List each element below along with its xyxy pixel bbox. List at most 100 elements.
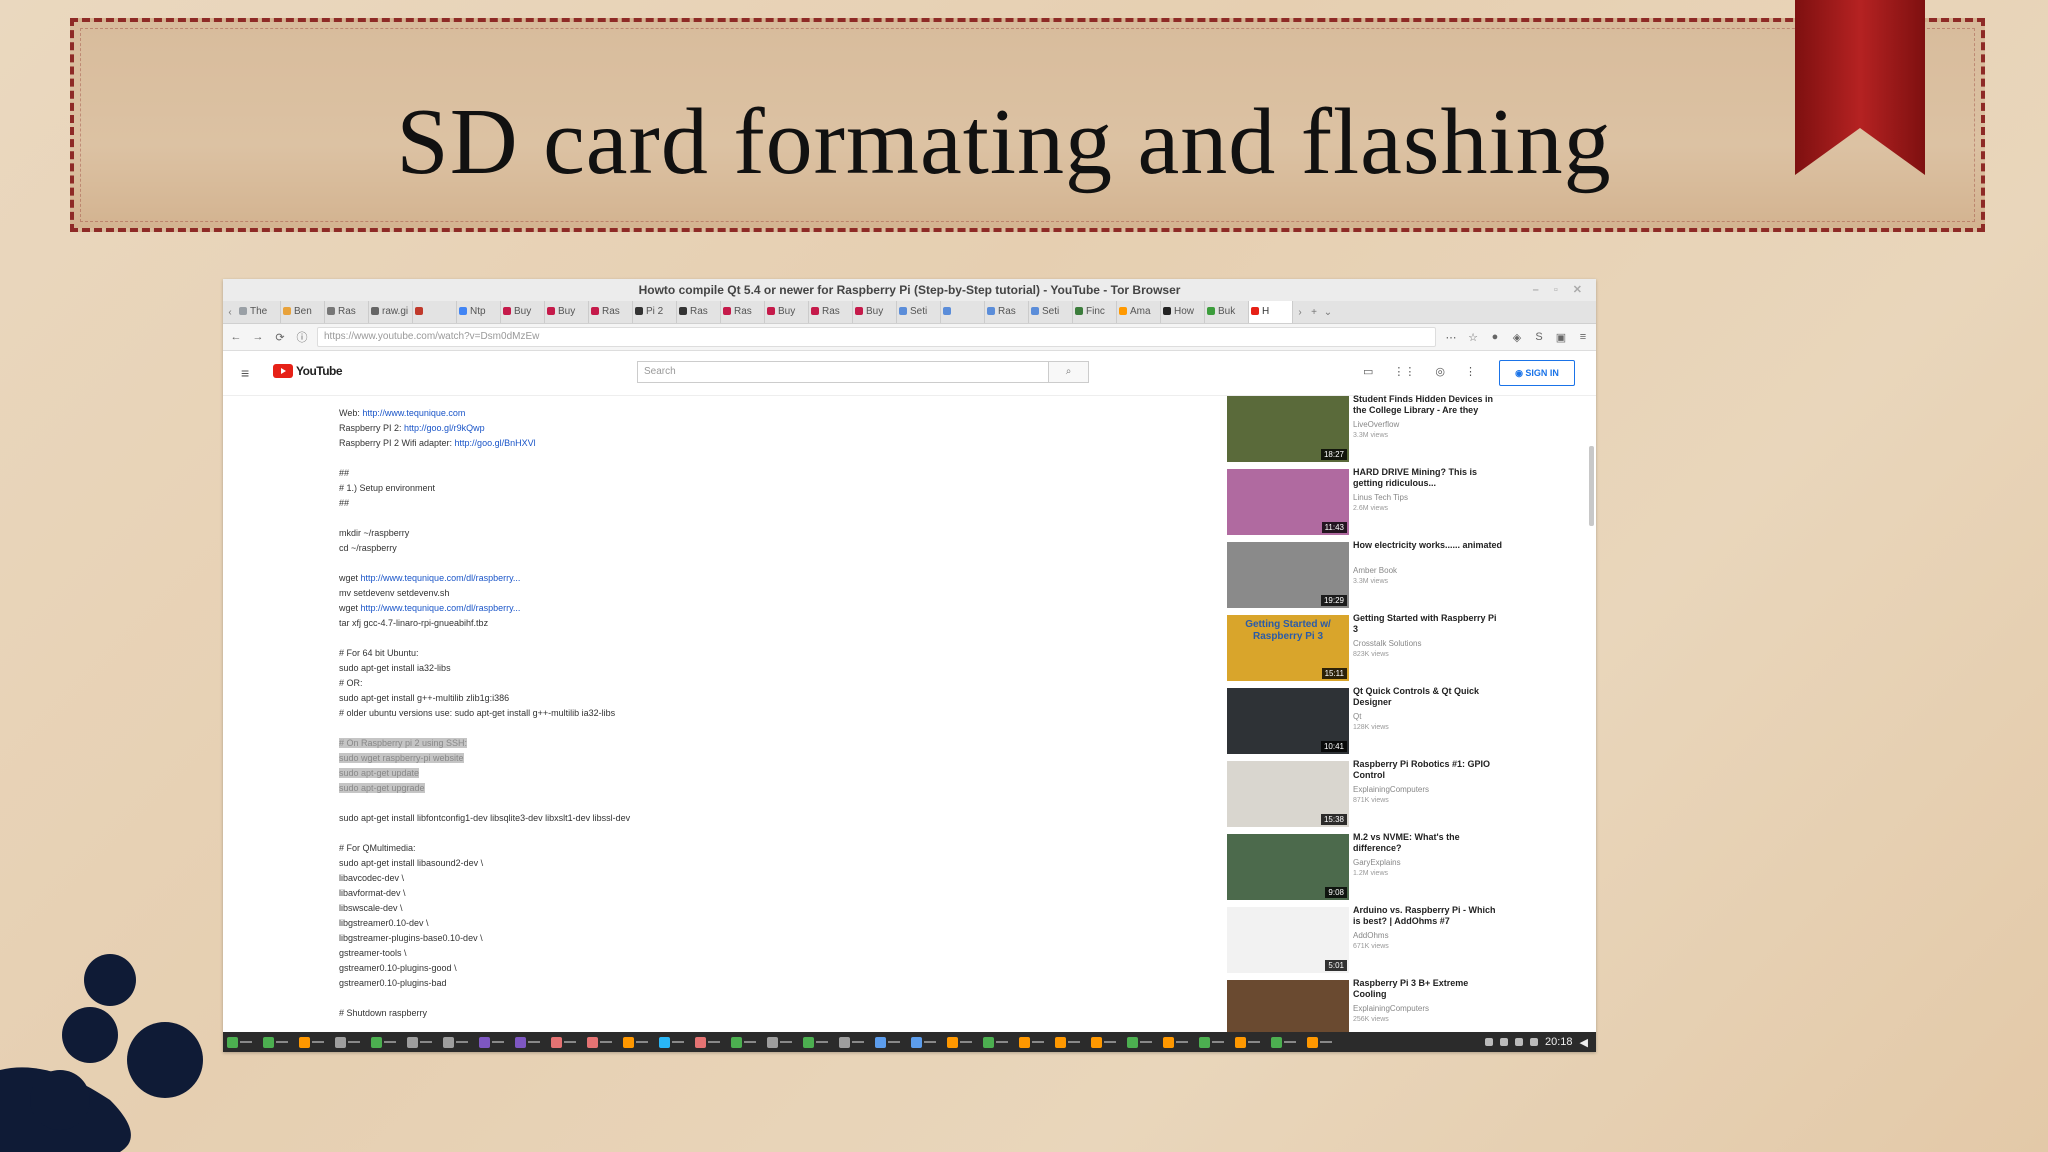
video-thumbnail[interactable]: 18:27	[1227, 396, 1349, 462]
taskbar-app-button[interactable]	[767, 1035, 797, 1049]
video-title[interactable]: M.2 vs NVME: What's the difference?	[1353, 832, 1503, 854]
video-title[interactable]: Raspberry Pi Robotics #1: GPIO Control	[1353, 759, 1503, 781]
related-video-item[interactable]: 18:27 Student Finds Hidden Devices in the…	[1227, 394, 1507, 469]
reload-icon[interactable]: ⟳	[273, 331, 287, 344]
video-thumbnail[interactable]: 9:08	[1227, 834, 1349, 900]
video-thumbnail[interactable]: 15:38	[1227, 761, 1349, 827]
volume-icon[interactable]: ◀	[1580, 1036, 1588, 1049]
taskbar-app-button[interactable]	[875, 1035, 905, 1049]
browser-tab[interactable]: raw.gi	[369, 301, 413, 323]
description-link[interactable]: http://www.tequnique.com/dl/raspberry...	[361, 603, 521, 613]
browser-tab[interactable]: Buy	[545, 301, 589, 323]
tab-scroll-left-icon[interactable]: ‹	[223, 307, 237, 318]
taskbar-app-button[interactable]	[947, 1035, 977, 1049]
network-icon[interactable]	[1485, 1038, 1493, 1046]
browser-tab[interactable]: Pi 2	[633, 301, 677, 323]
browser-tab[interactable]: H	[1249, 301, 1293, 323]
tor-onion-icon[interactable]: ●	[1488, 331, 1502, 343]
user-icon[interactable]	[1530, 1038, 1538, 1046]
video-channel[interactable]: Amber Book	[1353, 566, 1397, 575]
related-video-item[interactable]: 11:43 HARD DRIVE Mining? This is getting …	[1227, 467, 1507, 542]
description-link[interactable]: http://goo.gl/BnHXVl	[455, 438, 536, 448]
taskbar-app-button[interactable]	[1307, 1035, 1337, 1049]
battery-icon[interactable]	[1515, 1038, 1523, 1046]
browser-tab[interactable]: Ntp	[457, 301, 501, 323]
browser-tab[interactable]	[941, 301, 985, 323]
forward-icon[interactable]: →	[251, 331, 265, 343]
browser-tab[interactable]: Seti	[897, 301, 941, 323]
browser-tab[interactable]: Buk	[1205, 301, 1249, 323]
related-video-item[interactable]: Getting Started w/ Raspberry Pi 3 15:11 Ge…	[1227, 613, 1507, 688]
sign-in-button[interactable]: ◉ SIGN IN	[1499, 360, 1575, 386]
new-tab-icon[interactable]: +	[1307, 307, 1321, 318]
window-controls[interactable]: – ▫ ✕	[1533, 279, 1588, 301]
video-title[interactable]: Raspberry Pi 3 B+ Extreme Cooling	[1353, 978, 1503, 1000]
shield-icon[interactable]: ◈	[1510, 331, 1524, 344]
taskbar-app-button[interactable]	[587, 1035, 617, 1049]
video-channel[interactable]: Qt	[1353, 712, 1361, 721]
video-channel[interactable]: LiveOverflow	[1353, 420, 1399, 429]
related-video-item[interactable]: 9:08 M.2 vs NVME: What's the difference? G…	[1227, 832, 1507, 907]
back-icon[interactable]: ←	[229, 331, 243, 343]
browser-tab[interactable]: Buy	[765, 301, 809, 323]
taskbar-app-button[interactable]	[227, 1035, 257, 1049]
taskbar-app-button[interactable]	[659, 1035, 689, 1049]
tab-list-icon[interactable]: ⌄	[1321, 307, 1335, 318]
video-title[interactable]: Student Finds Hidden Devices in the Coll…	[1353, 394, 1503, 416]
video-title[interactable]: Qt Quick Controls & Qt Quick Designer	[1353, 686, 1503, 708]
taskbar-app-button[interactable]	[1055, 1035, 1085, 1049]
taskbar-app-button[interactable]	[551, 1035, 581, 1049]
taskbar-app-button[interactable]	[839, 1035, 869, 1049]
browser-tab[interactable]: Ras	[985, 301, 1029, 323]
taskbar-app-button[interactable]	[695, 1035, 725, 1049]
browser-tab[interactable]: Seti	[1029, 301, 1073, 323]
taskbar-app-button[interactable]	[1199, 1035, 1229, 1049]
taskbar-app-button[interactable]	[731, 1035, 761, 1049]
video-title[interactable]: Arduino vs. Raspberry Pi - Which is best…	[1353, 905, 1503, 927]
taskbar-app-button[interactable]	[983, 1035, 1013, 1049]
browser-tab[interactable]: Ben	[281, 301, 325, 323]
settings-more-icon[interactable]: ⋮	[1465, 365, 1476, 378]
noscript-icon[interactable]: S	[1532, 331, 1546, 343]
video-thumbnail[interactable]: 5:01	[1227, 907, 1349, 973]
browser-tab[interactable]: Ras	[721, 301, 765, 323]
browser-tab[interactable]: How	[1161, 301, 1205, 323]
description-link[interactable]: http://www.tequnique.com	[362, 408, 465, 418]
browser-tab[interactable]: Buy	[501, 301, 545, 323]
search-button[interactable]: ⌕	[1049, 361, 1089, 383]
guide-menu-icon[interactable]: ≡	[241, 365, 249, 381]
browser-tab[interactable]: Finc	[1073, 301, 1117, 323]
page-scrollbar[interactable]	[1589, 446, 1594, 526]
tab-scroll-right-icon[interactable]: ›	[1293, 307, 1307, 318]
taskbar-app-button[interactable]	[803, 1035, 833, 1049]
extension-icon[interactable]: ▣	[1554, 331, 1568, 344]
taskbar-app-button[interactable]	[479, 1035, 509, 1049]
taskbar-app-button[interactable]	[1019, 1035, 1049, 1049]
related-video-item[interactable]: 15:38 Raspberry Pi Robotics #1: GPIO Cont…	[1227, 759, 1507, 834]
taskbar-app-button[interactable]	[1091, 1035, 1121, 1049]
description-link[interactable]: http://goo.gl/r9kQwp	[404, 423, 485, 433]
search-input[interactable]: Search	[637, 361, 1049, 383]
browser-tab[interactable]: Ras	[677, 301, 721, 323]
video-channel[interactable]: Linus Tech Tips	[1353, 493, 1408, 502]
video-channel[interactable]: GaryExplains	[1353, 858, 1401, 867]
browser-tab[interactable]: Ama	[1117, 301, 1161, 323]
upload-video-icon[interactable]: ▭	[1363, 365, 1373, 378]
taskbar-app-button[interactable]	[1235, 1035, 1265, 1049]
taskbar-app-button[interactable]	[335, 1035, 365, 1049]
taskbar-app-button[interactable]	[407, 1035, 437, 1049]
video-channel[interactable]: AddOhms	[1353, 931, 1389, 940]
taskbar-app-button[interactable]	[1127, 1035, 1157, 1049]
browser-tab[interactable]: Ras	[809, 301, 853, 323]
taskbar-app-button[interactable]	[371, 1035, 401, 1049]
browser-tab[interactable]: The	[237, 301, 281, 323]
video-title[interactable]: How electricity works...... animated	[1353, 540, 1503, 551]
video-title[interactable]: HARD DRIVE Mining? This is getting ridic…	[1353, 467, 1503, 489]
youtube-logo[interactable]: YouTube	[273, 364, 343, 378]
url-bar[interactable]: https://www.youtube.com/watch?v=Dsm0dMzE…	[317, 327, 1436, 347]
browser-tab[interactable]: Ras	[325, 301, 369, 323]
taskbar-app-button[interactable]	[911, 1035, 941, 1049]
video-thumbnail[interactable]: 11:43	[1227, 469, 1349, 535]
related-video-item[interactable]: 19:29 How electricity works...... animate…	[1227, 540, 1507, 615]
video-channel[interactable]: ExplainingComputers	[1353, 785, 1429, 794]
